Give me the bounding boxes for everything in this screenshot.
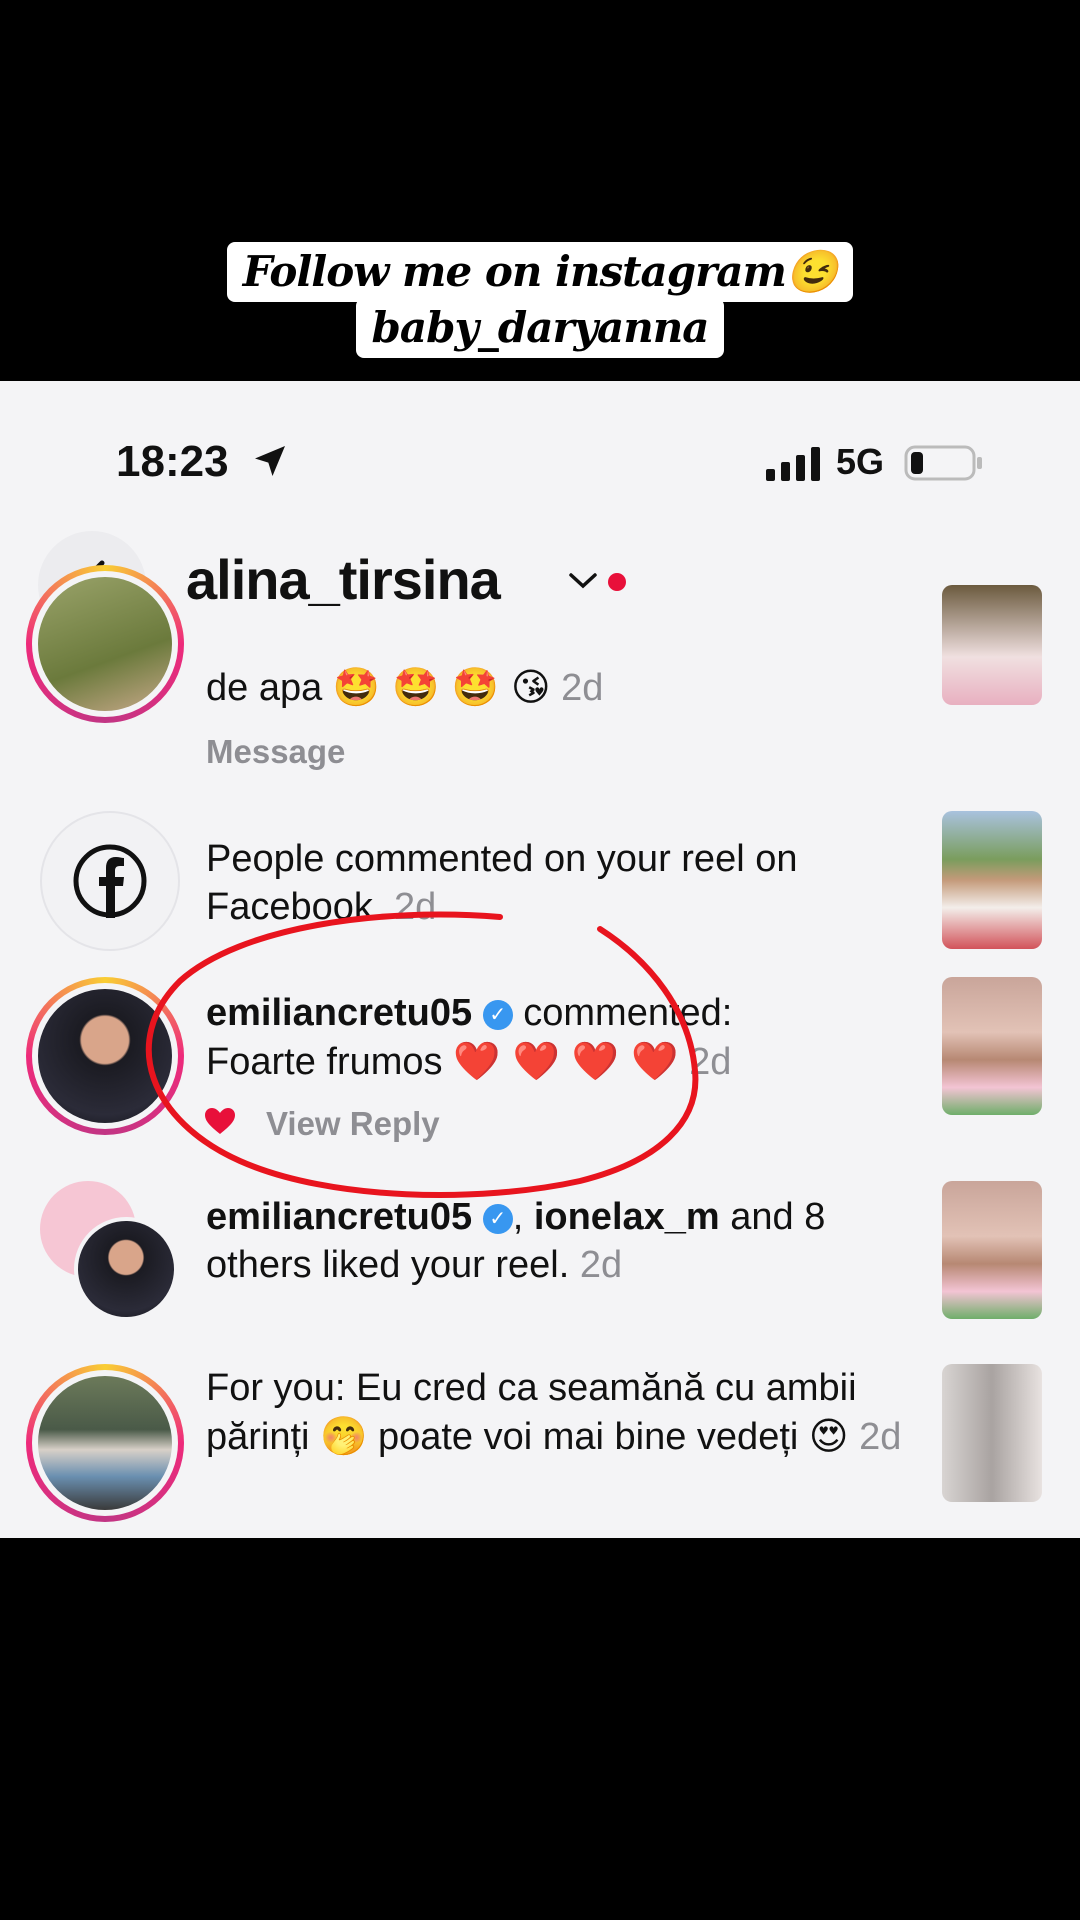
- caption-line-1: Follow me on instagram😉: [226, 242, 854, 302]
- phone-screen: 18:23 5G alina_tirsina de apa 🤩 🤩 🤩 😘 2d…: [0, 381, 1080, 1538]
- caption-line-2: baby_daryanna: [355, 298, 725, 358]
- red-circle-annotation: [145, 911, 699, 1198]
- caption-overlay: Follow me on instagram😉 baby_daryanna: [0, 242, 1080, 358]
